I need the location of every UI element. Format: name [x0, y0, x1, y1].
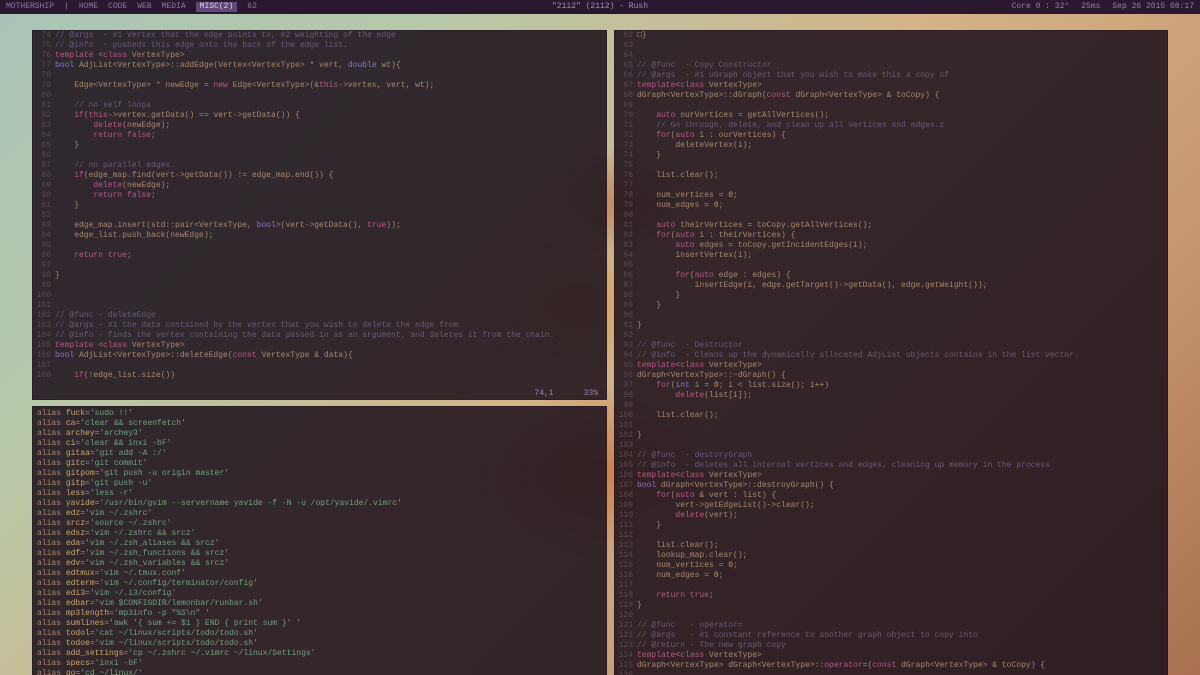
cursor-position: 74,1	[534, 389, 553, 399]
workspace-count: 62	[247, 2, 257, 12]
scroll-percent: 33%	[584, 389, 598, 399]
menu-web[interactable]: WEB	[137, 2, 151, 12]
separator: |	[64, 2, 69, 12]
line-gutter: 62 63 64 65 66 67 68 69 70 71 72 73 74 7…	[615, 31, 637, 675]
datetime: Sep 26 2015 08:17	[1112, 2, 1194, 12]
editor-pane-left[interactable]: 74 75 76 77 78 79 80 81 82 83 84 85 86 8…	[32, 30, 607, 400]
terminal-pane[interactable]: alias fuck='sudo !!' alias ca='clear && …	[32, 406, 607, 675]
menu-home[interactable]: HOME	[79, 2, 98, 12]
cpu-temp: Core 0 : 32°	[1012, 2, 1070, 12]
code-content[interactable]: □} // @func - Copy Constructor // @args …	[637, 31, 1167, 675]
now-playing: "2112" (2112) - Rush	[552, 2, 648, 12]
editor-pane-right[interactable]: 62 63 64 65 66 67 68 69 70 71 72 73 74 7…	[614, 30, 1168, 675]
line-gutter: 74 75 76 77 78 79 80 81 82 83 84 85 86 8…	[33, 31, 55, 389]
status-bar: MOTHERSHIP | HOME CODE WEB MEDIA MISC(2)…	[0, 0, 1200, 14]
ping: 25ms	[1081, 2, 1100, 12]
menu-code[interactable]: CODE	[108, 2, 127, 12]
menu-misc-active[interactable]: MISC(2)	[196, 2, 238, 12]
code-content[interactable]: // @args - #1 Vertex that the edge point…	[55, 31, 606, 389]
menu-media[interactable]: MEDIA	[162, 2, 186, 12]
hostname: MOTHERSHIP	[6, 2, 54, 12]
terminal-content[interactable]: alias fuck='sudo !!' alias ca='clear && …	[33, 407, 606, 675]
